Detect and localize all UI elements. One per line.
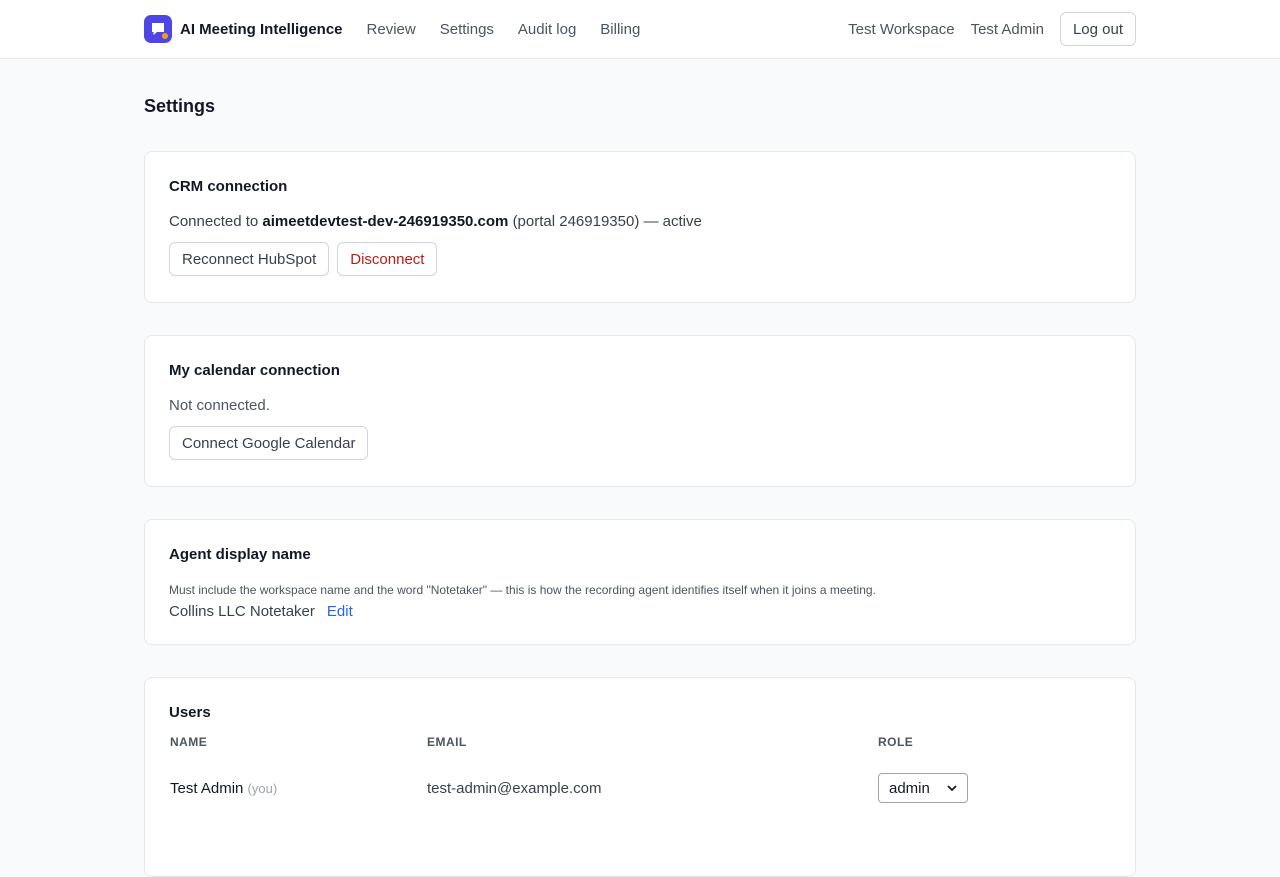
calendar-card-title: My calendar connection (169, 362, 340, 379)
user-role-cell: admin (877, 761, 1111, 815)
brand-name: AI Meeting Intelligence (180, 20, 343, 38)
nav-settings[interactable]: Settings (440, 21, 494, 38)
crm-status-suffix: (portal 246919350) — active (512, 213, 702, 230)
column-header-role: ROLE (878, 735, 914, 749)
agent-help-text: Must include the workspace name and the … (169, 583, 876, 597)
calendar-status-text: Not connected. (169, 397, 270, 414)
current-user-name: Test Admin (970, 20, 1044, 38)
top-navbar: AI Meeting Intelligence Review Settings … (0, 0, 1280, 59)
nav-billing[interactable]: Billing (600, 21, 640, 38)
crm-card-title: CRM connection (169, 178, 288, 195)
column-header-name: NAME (170, 735, 208, 749)
table-row: Test Admin (you) test-admin@example.com … (169, 761, 1111, 815)
crm-connection-card: CRM connection Connected to aimeetdevtes… (144, 151, 1136, 303)
users-table: NAME EMAIL ROLE Test Admin (you) test-ad… (169, 735, 1111, 815)
role-select[interactable]: admin (878, 773, 968, 803)
agent-card-title: Agent display name (169, 546, 311, 563)
user-name: Test Admin (170, 779, 244, 797)
disconnect-button[interactable]: Disconnect (337, 242, 438, 276)
agent-display-name-card: Agent display name Must include the work… (144, 519, 1136, 645)
page-title: Settings (144, 96, 216, 116)
workspace-name: Test Workspace (848, 20, 955, 38)
users-card-title: Users (169, 704, 211, 721)
connect-google-calendar-button[interactable]: Connect Google Calendar (169, 426, 369, 460)
chevron-down-icon (947, 784, 957, 791)
crm-status-text: Connected to aimeetdevtest-dev-246919350… (169, 213, 1111, 230)
logout-button[interactable]: Log out (1059, 12, 1136, 46)
users-card: Users NAME EMAIL ROLE Test Admin (you) t… (144, 677, 1136, 877)
user-email: test-admin@example.com (427, 779, 602, 797)
calendar-connection-card: My calendar connection Not connected. Co… (144, 335, 1136, 487)
you-badge: (you) (247, 780, 278, 796)
column-header-email: EMAIL (427, 735, 467, 749)
crm-domain: aimeetdevtest-dev-246919350.com (262, 213, 509, 230)
reconnect-hubspot-button[interactable]: Reconnect HubSpot (169, 242, 330, 276)
edit-agent-name-link[interactable]: Edit (327, 603, 353, 620)
agent-display-name: Collins LLC Notetaker (169, 603, 315, 620)
role-select-value: admin (889, 779, 930, 797)
brand[interactable]: AI Meeting Intelligence (144, 15, 343, 43)
main-content: Settings CRM connection Connected to aim… (144, 59, 1136, 877)
user-name-cell: Test Admin (you) (169, 761, 426, 815)
nav-audit-log[interactable]: Audit log (518, 21, 576, 38)
crm-status-prefix: Connected to (169, 213, 259, 230)
nav-review[interactable]: Review (367, 21, 416, 38)
app-logo-icon (144, 15, 172, 43)
